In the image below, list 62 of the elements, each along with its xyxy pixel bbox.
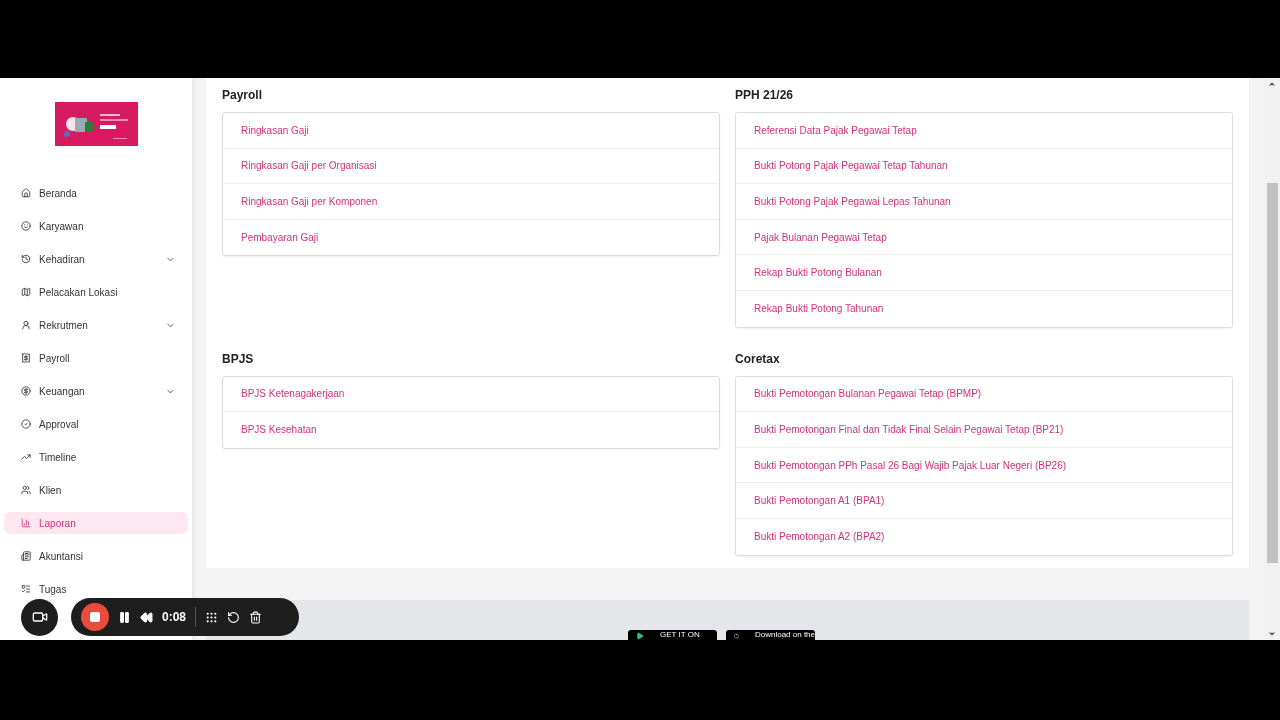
section-title: PPH 21/26 xyxy=(735,87,795,104)
sidebar-item[interactable]: Laporan xyxy=(4,512,188,534)
rewind-icon[interactable] xyxy=(140,610,153,624)
scroll-down-icon[interactable] xyxy=(1267,629,1277,639)
report-link[interactable]: Rekap Bukti Potong Bulanan xyxy=(754,265,882,281)
report-link[interactable]: BPJS Kesehatan xyxy=(241,422,317,438)
sidebar-item[interactable]: Keuangan xyxy=(4,380,188,402)
dollar-icon xyxy=(21,386,31,396)
map-icon xyxy=(21,287,31,297)
delete-icon[interactable] xyxy=(249,610,263,624)
face-icon xyxy=(21,221,31,231)
report-link[interactable]: Bukti Potong Pajak Pegawai Tetap Tahunan xyxy=(754,158,948,174)
store-badge[interactable]: GET IT ON xyxy=(628,630,717,640)
check-circle-icon xyxy=(21,419,31,429)
scrollbar-thumb[interactable] xyxy=(1266,183,1278,563)
play-store-icon xyxy=(636,632,644,640)
receipt-icon xyxy=(21,353,31,363)
report-link[interactable]: Bukti Pemotongan A2 (BPA2) xyxy=(754,529,885,545)
section-title: Payroll xyxy=(222,87,264,104)
sidebar-item[interactable]: Akuntansi xyxy=(4,545,188,567)
report-link[interactable]: Pajak Bulanan Pegawai Tetap xyxy=(754,229,887,245)
sidebar-item[interactable]: Kehadiran xyxy=(4,248,188,270)
report-link[interactable]: Bukti Pemotongan A1 (BPA1) xyxy=(754,493,885,509)
report-link[interactable]: Ringkasan Gaji xyxy=(241,122,309,138)
trend-icon xyxy=(21,452,31,462)
scroll-up-icon[interactable] xyxy=(1267,79,1277,89)
report-link[interactable]: Pembayaran Gaji xyxy=(241,230,319,246)
user-icon xyxy=(21,320,31,330)
report-link[interactable]: Bukti Pemotongan PPh Pasal 26 Bagi Wajib Pajak Luar Negeri (BP26) xyxy=(754,457,1067,473)
report-link[interactable]: Referensi Data Pajak Pegawai Tetap xyxy=(754,122,917,138)
report-link[interactable]: Bukti Pemotongan Bulanan Pegawai Tetap (BPMP) xyxy=(754,386,982,402)
section-title: Coretax xyxy=(735,350,781,368)
sidebar-item[interactable]: Pelacakan Lokasi xyxy=(4,281,188,303)
restart-icon[interactable] xyxy=(227,610,241,624)
newspaper-icon xyxy=(21,551,31,561)
sidebar-item[interactable]: Approval xyxy=(4,413,188,435)
task-list-icon xyxy=(21,584,31,594)
sidebar-item[interactable]: Tugas xyxy=(4,578,188,600)
recording-time: 0:08 xyxy=(162,609,187,626)
video-camera-icon xyxy=(31,609,48,625)
sidebar-item[interactable]: Karyawan xyxy=(4,215,188,237)
history-icon xyxy=(21,254,31,264)
sidebar-item[interactable]: Klien xyxy=(4,479,188,501)
stop-button[interactable] xyxy=(81,603,109,631)
pause-icon[interactable] xyxy=(118,610,131,624)
grid-dots-icon[interactable] xyxy=(205,610,219,624)
sidebar-item[interactable]: Timeline xyxy=(4,446,188,468)
home-icon xyxy=(21,188,31,198)
sidebar-item[interactable]: Payroll xyxy=(4,347,188,369)
sidebar-item[interactable]: Rekrutmen xyxy=(4,314,188,336)
report-link[interactable]: Bukti Potong Pajak Pegawai Lepas Tahunan xyxy=(754,194,951,209)
sidebar-item[interactable]: Beranda xyxy=(4,182,188,204)
store-badge[interactable]: Download on the xyxy=(726,630,815,640)
report-link[interactable]: Ringkasan Gaji per Komponen xyxy=(241,194,378,209)
report-link[interactable]: Bukti Pemotongan Final dan Tidak Final Selain Pegawai Tetap (BP21) xyxy=(754,421,1064,437)
report-link[interactable]: Ringkasan Gaji per Organisasi xyxy=(241,158,377,174)
section-title: BPJS xyxy=(222,350,255,368)
report-link[interactable]: BPJS Ketenagakerjaan xyxy=(241,386,345,402)
bar-chart-icon xyxy=(21,518,31,528)
users-icon xyxy=(21,485,31,495)
stop-icon xyxy=(89,611,101,623)
report-link[interactable]: Rekap Bukti Potong Tahunan xyxy=(754,301,884,317)
